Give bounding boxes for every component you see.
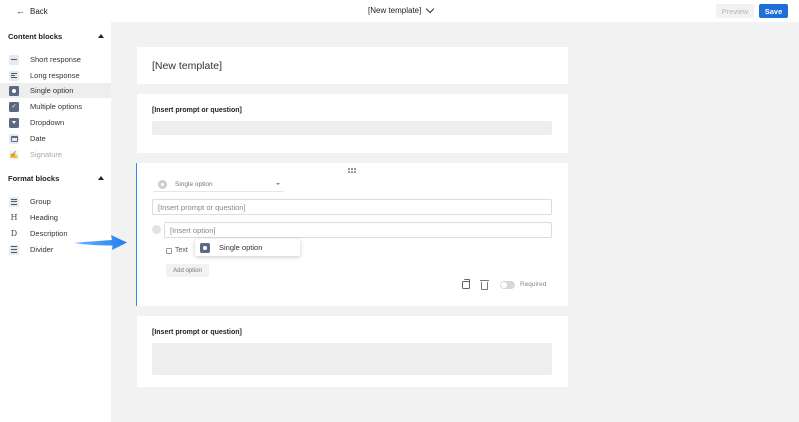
signature-icon: ✍ [9, 149, 19, 160]
single-option-icon [158, 179, 167, 189]
sidebar-item-signature[interactable]: ✍ Signature [0, 147, 111, 162]
text-checkbox[interactable]: Text [166, 247, 188, 254]
collapse-caret-icon [98, 34, 104, 38]
long-response-icon [9, 70, 19, 81]
prompt-input[interactable] [152, 199, 552, 215]
calendar-icon [9, 133, 19, 144]
sidebar-item-single-option[interactable]: Single option [0, 83, 111, 98]
back-arrow-icon: ← [16, 6, 25, 16]
option-radio [152, 225, 161, 234]
single-option-icon [200, 242, 210, 253]
option-input[interactable] [164, 222, 552, 238]
divider-icon [9, 244, 19, 255]
drag-handle-icon[interactable] [348, 168, 356, 173]
sidebar-item-long-response[interactable]: Long response [0, 68, 111, 83]
description-icon: D [10, 229, 18, 238]
pointer-arrow-icon [74, 235, 127, 250]
preview-button[interactable]: Preview [716, 4, 754, 18]
sidebar-item-short-response[interactable]: Short response [0, 52, 111, 67]
sidebar: Content blocks Short response Long respo… [0, 22, 111, 422]
checkbox-icon [166, 247, 172, 254]
heading-icon: H [10, 213, 18, 222]
back-label: Back [30, 6, 48, 16]
sidebar-item-multiple-options[interactable]: ✓ Multiple options [0, 99, 111, 114]
group-icon [9, 196, 19, 207]
add-option-button[interactable]: Add option [166, 264, 209, 277]
multiple-options-icon: ✓ [9, 101, 19, 112]
template-title: [New template] [368, 6, 422, 15]
dropdown-icon [9, 117, 19, 128]
short-response-icon [9, 54, 19, 65]
answer-preview [152, 343, 552, 375]
sidebar-item-dropdown[interactable]: Dropdown [0, 115, 111, 130]
template-title-dropdown[interactable]: [New template] [368, 4, 435, 15]
required-label: Required [520, 281, 547, 288]
top-bar: ← Back [New template] Preview Save [0, 0, 799, 22]
chevron-down-icon [276, 183, 280, 185]
sidebar-item-heading[interactable]: H Heading [0, 210, 111, 225]
sidebar-item-date[interactable]: Date [0, 131, 111, 146]
trash-icon[interactable] [480, 280, 489, 290]
duplicate-icon[interactable] [462, 279, 470, 289]
collapse-caret-icon [98, 176, 104, 180]
required-toggle[interactable] [500, 281, 515, 289]
format-blocks-header[interactable]: Format blocks [8, 174, 104, 183]
dragged-block-single-option[interactable]: Single option [195, 239, 300, 256]
block-type-select[interactable]: Single option [153, 177, 284, 192]
question-prompt[interactable]: [Insert prompt or question] [152, 329, 242, 336]
sidebar-item-group[interactable]: Group [0, 194, 111, 209]
template-title-heading[interactable]: [New template] [152, 60, 222, 72]
save-button[interactable]: Save [759, 4, 788, 18]
question-prompt[interactable]: [Insert prompt or question] [152, 107, 242, 114]
chevron-down-icon [426, 4, 435, 14]
content-blocks-header[interactable]: Content blocks [8, 32, 104, 41]
back-button[interactable]: ← Back [16, 6, 48, 16]
answer-preview [152, 121, 552, 135]
single-option-icon [9, 85, 19, 96]
